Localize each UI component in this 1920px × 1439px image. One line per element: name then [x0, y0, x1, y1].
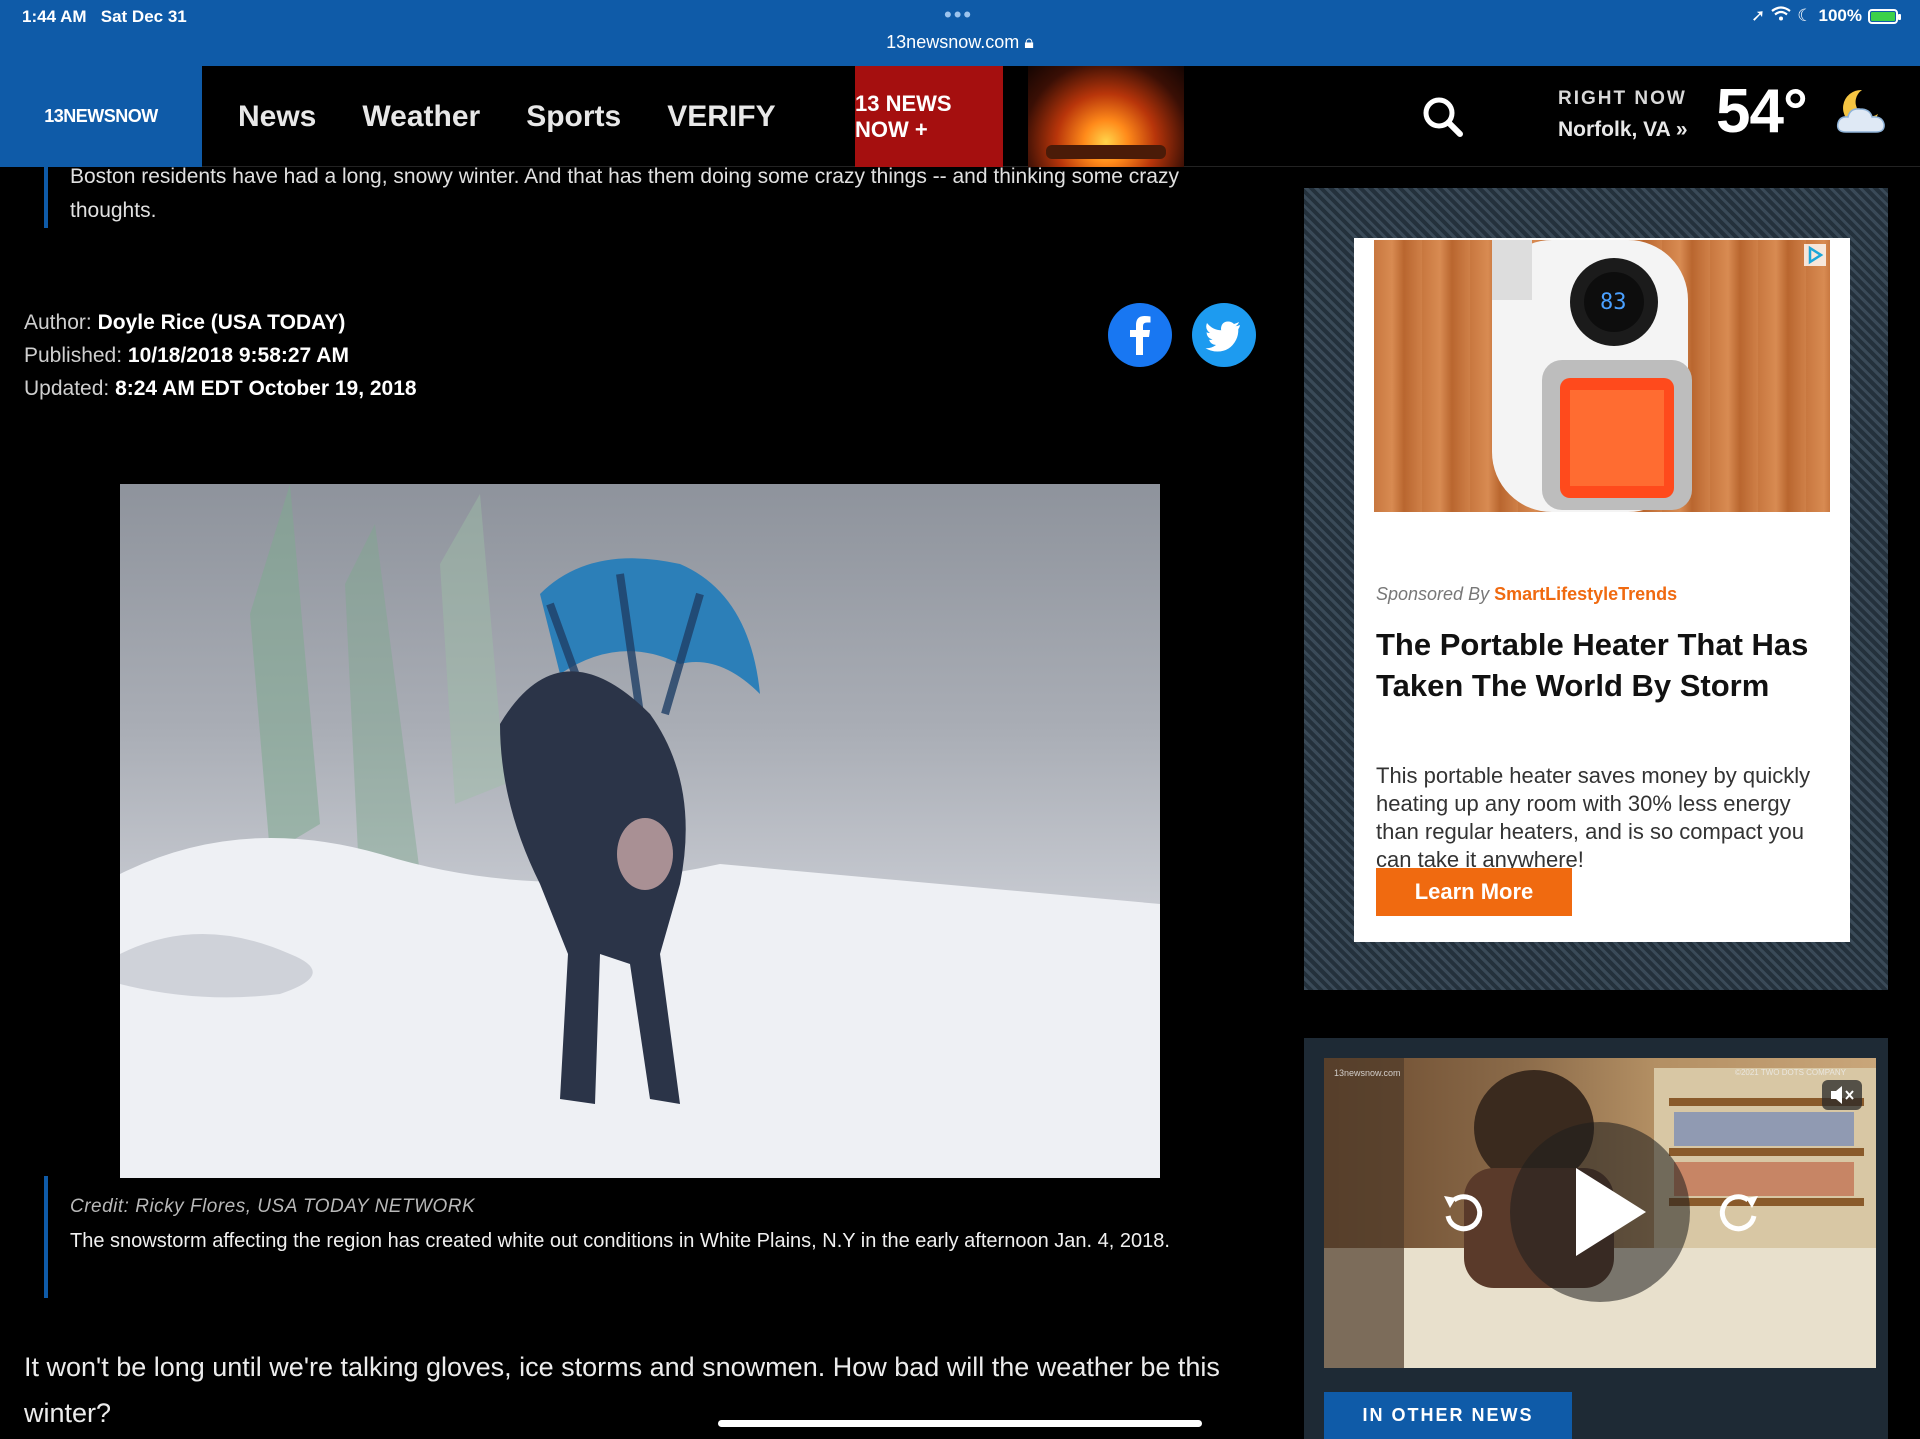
current-temperature[interactable]: 54° — [1716, 76, 1808, 147]
weather-location-link[interactable]: Norfolk, VA » — [1558, 118, 1688, 142]
rewind-icon[interactable] — [1436, 1186, 1488, 1238]
ad-choices-icon[interactable] — [1804, 244, 1826, 266]
location-arrow-icon: ➚ — [1751, 6, 1766, 25]
status-icons: ➚ ☾ 100% — [1751, 6, 1901, 26]
twitter-icon — [1205, 321, 1240, 352]
news-plus-link[interactable]: 13 NEWS NOW + — [855, 66, 1003, 167]
wifi-icon — [1771, 6, 1791, 26]
video-watermark-right: ©2021 TWO DOTS COMPANY — [1735, 1068, 1846, 1077]
article-subheadline: Boston residents have had a long, snowy … — [44, 160, 1254, 228]
twitter-share-button[interactable] — [1192, 303, 1256, 367]
battery-percent: 100% — [1818, 6, 1862, 25]
address-bar[interactable]: 13newsnow.com 🔒︎ — [0, 32, 1920, 53]
lock-icon: 🔒︎ — [1024, 32, 1034, 52]
ad-headline[interactable]: The Portable Heater That Has Taken The W… — [1376, 624, 1826, 706]
article-photo-snowstorm[interactable] — [120, 484, 1160, 1178]
photo-caption: Credit: Ricky Flores, USA TODAY NETWORK … — [44, 1176, 1254, 1298]
in-other-news-label[interactable]: IN OTHER NEWS — [1324, 1392, 1572, 1439]
play-icon — [1576, 1168, 1646, 1256]
moon-icon: ☾ — [1797, 6, 1813, 25]
published-date: 10/18/2018 9:58:27 AM — [127, 344, 349, 367]
photo-credit: Credit: Ricky Flores, USA TODAY NETWORK — [70, 1196, 476, 1217]
author-line: Author: Doyle Rice (USA TODAY) — [24, 311, 346, 334]
status-time: 1:44 AM Sat Dec 31 — [22, 7, 187, 26]
ad-description: This portable heater saves money by quic… — [1376, 763, 1811, 872]
nav-link-sports[interactable]: Sports — [526, 100, 621, 134]
photo-caption-text: The snowstorm affecting the region has c… — [70, 1230, 1170, 1252]
tab-options-dots-icon[interactable]: ••• — [944, 4, 973, 26]
video-watermark-left: 13newsnow.com — [1334, 1068, 1401, 1078]
nav-link-verify[interactable]: VERIFY — [667, 100, 775, 134]
battery-icon — [1868, 8, 1901, 24]
fireplace-promo-image[interactable] — [1028, 66, 1184, 167]
updated-line: Updated: 8:24 AM EDT October 19, 2018 — [24, 377, 417, 400]
heater-display: 83 — [1600, 290, 1627, 315]
updated-date: 8:24 AM EDT October 19, 2018 — [115, 377, 417, 400]
mute-button[interactable] — [1822, 1080, 1862, 1110]
published-line: Published: 10/18/2018 9:58:27 AM — [24, 344, 349, 367]
ad-sponsor-line: Sponsored By SmartLifestyleTrends — [1376, 584, 1678, 604]
heater-ad-image[interactable]: 83 — [1374, 240, 1830, 512]
search-icon[interactable] — [1420, 94, 1466, 140]
article-byline: Author: Doyle Rice (USA TODAY) Published… — [24, 306, 417, 405]
learn-more-button[interactable]: Learn More — [1376, 868, 1572, 916]
nav-link-weather[interactable]: Weather — [362, 100, 480, 134]
sponsor-name[interactable]: SmartLifestyleTrends — [1494, 584, 1677, 604]
fast-forward-icon[interactable] — [1714, 1186, 1766, 1238]
play-button[interactable] — [1510, 1122, 1690, 1302]
home-indicator[interactable] — [718, 1420, 1202, 1427]
main-nav: News Weather Sports VERIFY — [238, 66, 776, 167]
site-logo[interactable]: 13NEWSNOW — [0, 66, 202, 167]
video-widget: 13newsnow.com ©2021 TWO DOTS COMPANY IN … — [1304, 1038, 1888, 1439]
right-now-label: RIGHT NOW — [1558, 88, 1687, 109]
author-name: Doyle Rice (USA TODAY) — [97, 311, 346, 334]
facebook-share-button[interactable] — [1108, 303, 1172, 367]
nav-link-news[interactable]: News — [238, 100, 316, 134]
moon-cloud-weather-icon — [1836, 89, 1885, 133]
facebook-icon — [1130, 316, 1151, 355]
site-header: 13NEWSNOW News Weather Sports VERIFY 13 … — [0, 66, 1920, 167]
speaker-muted-icon — [1831, 1086, 1854, 1104]
sidebar-ad: 83 Sponsored By SmartLifestyleTrends The… — [1304, 188, 1888, 990]
browser-status-bar: 1:44 AM Sat Dec 31 ••• 13newsnow.com 🔒︎ … — [0, 0, 1920, 66]
video-player[interactable]: 13newsnow.com ©2021 TWO DOTS COMPANY — [1324, 1058, 1876, 1368]
sponsored-content-card[interactable]: 83 Sponsored By SmartLifestyleTrends The… — [1354, 238, 1850, 942]
